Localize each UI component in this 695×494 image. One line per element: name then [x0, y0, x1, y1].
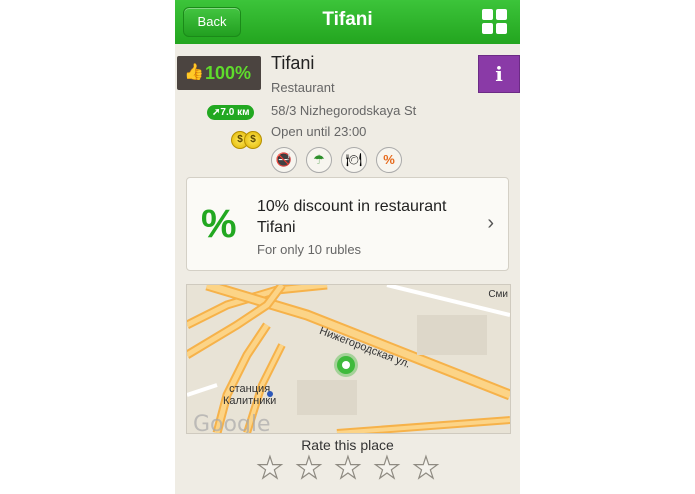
star-icon-3[interactable]: ★ — [331, 451, 365, 486]
star-icon-5[interactable]: ★ — [409, 451, 443, 486]
map-corner-label: Сми — [488, 289, 508, 300]
map-view[interactable]: Нижегородская ул. Сми станция Калитники … — [186, 284, 511, 434]
price-level: $ $ — [231, 131, 262, 149]
offer-title: 10% discount in restaurant Tifani — [257, 198, 447, 236]
metro-station-icon — [267, 391, 273, 397]
place-address: 58/3 Nizhegorodskaya St — [271, 103, 417, 118]
rating-badge: 👍 100% — [177, 56, 261, 90]
offer-card[interactable]: % 10% discount in restaurant Tifani For … — [186, 177, 509, 271]
coin-icon: $ — [244, 131, 262, 149]
place-type: Restaurant — [271, 80, 335, 95]
no-smoking-icon[interactable]: 🚭 — [271, 147, 297, 173]
app-screen: Back Tifani 👍 100% ➚7.0 км $ $ Tifani Re… — [175, 0, 520, 494]
percent-icon: % — [201, 202, 237, 246]
location-pin-icon[interactable] — [337, 356, 355, 374]
place-name: Tifani — [271, 53, 315, 73]
top-bar: Back Tifani — [175, 0, 520, 44]
terrace-umbrella-icon[interactable]: ☂ — [306, 147, 332, 173]
page-title: Tifani — [322, 9, 373, 30]
google-attribution: Google — [193, 412, 271, 434]
business-lunch-icon[interactable]: 🍽 — [341, 147, 367, 173]
rate-label: Rate this place — [301, 437, 394, 453]
star-icon-1[interactable]: ★ — [253, 451, 287, 486]
distance-value: 7.0 км — [220, 107, 250, 118]
discount-icon[interactable]: % — [376, 147, 402, 173]
star-icon-4[interactable]: ★ — [370, 451, 404, 486]
thumbs-up-icon: 👍 — [184, 64, 204, 81]
place-hours: Open until 23:00 — [271, 124, 367, 139]
star-rating: ★ ★ ★ ★ ★ — [253, 451, 443, 486]
offer-subtitle: For only 10 rubles — [257, 242, 362, 257]
grid-icon[interactable] — [482, 9, 508, 35]
rating-percent: 100% — [205, 63, 252, 83]
star-icon-2[interactable]: ★ — [292, 451, 326, 486]
distance-badge: ➚7.0 км — [207, 105, 255, 120]
info-button[interactable]: i — [478, 55, 520, 93]
chevron-right-icon: › — [487, 212, 494, 234]
